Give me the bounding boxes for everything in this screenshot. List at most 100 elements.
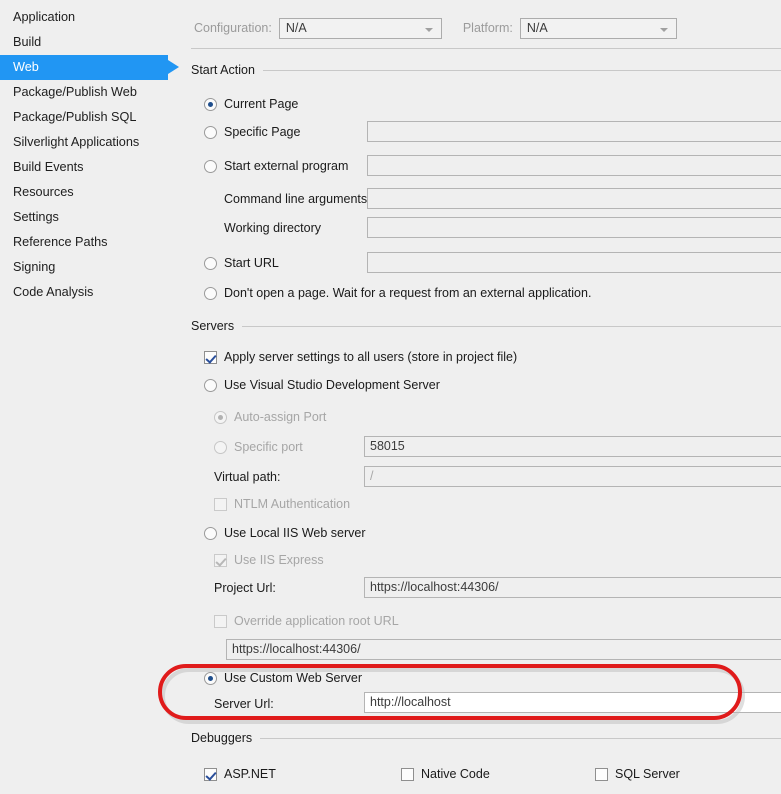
radio-use-vs-development-server[interactable]: Use Visual Studio Development Server <box>204 376 440 394</box>
toolbar-divider <box>191 48 781 49</box>
radio-dont-open-page[interactable]: Don't open a page. Wait for a request fr… <box>204 284 591 302</box>
sidebar-item-package-publish-sql[interactable]: Package/Publish SQL <box>0 105 186 130</box>
virtual-path-field-row: Virtual path: <box>214 468 280 486</box>
sidebar-item-label: Code Analysis <box>13 285 94 299</box>
configuration-dropdown[interactable]: N/A <box>278 17 442 39</box>
group-divider-line <box>242 325 781 327</box>
command-line-arguments-input[interactable] <box>367 188 781 209</box>
checkbox-icon[interactable] <box>204 767 217 781</box>
ntlm-authentication-label: NTLM Authentication <box>234 497 351 511</box>
sidebar-item-label: Web <box>13 60 39 74</box>
checkbox-icon <box>214 614 227 628</box>
sidebar-item-silverlight-applications[interactable]: Silverlight Applications <box>0 130 186 155</box>
radio-specific-page[interactable]: Specific Page <box>204 123 300 141</box>
sidebar-item-build-events[interactable]: Build Events <box>0 155 186 180</box>
sidebar-item-label: Package/Publish SQL <box>13 110 137 124</box>
sidebar-item-code-analysis[interactable]: Code Analysis <box>0 280 186 305</box>
radio-dont-open-page-label: Don't open a page. Wait for a request fr… <box>224 286 592 300</box>
platform-group: Platform: N/A <box>463 17 677 39</box>
radio-auto-assign-port: Auto-assign Port <box>214 408 326 426</box>
sidebar-item-label: Reference Paths <box>13 235 108 249</box>
radio-button-icon[interactable] <box>204 125 217 139</box>
radio-current-page-label: Current Page <box>224 97 299 111</box>
auto-assign-port-label: Auto-assign Port <box>234 410 327 424</box>
radio-button-icon[interactable] <box>204 378 217 392</box>
radio-button-icon <box>214 440 227 454</box>
radio-button-icon[interactable] <box>204 526 217 540</box>
specific-port-label: Specific port <box>234 440 303 454</box>
sidebar-item-resources[interactable]: Resources <box>0 180 186 205</box>
sidebar-item-settings[interactable]: Settings <box>0 205 186 230</box>
sidebar-item-package-publish-web[interactable]: Package/Publish Web <box>0 80 186 105</box>
sidebar-item-label: Build Events <box>13 160 84 174</box>
selection-arrow-icon <box>168 60 179 74</box>
servers-group-header: Servers <box>191 319 781 333</box>
sidebar-item-label: Resources <box>13 185 74 199</box>
sidebar-item-reference-paths[interactable]: Reference Paths <box>0 230 186 255</box>
start-url-input[interactable] <box>367 252 781 273</box>
start-action-header-label: Start Action <box>191 63 255 77</box>
radio-button-icon[interactable] <box>204 256 217 270</box>
checkbox-sql-server-debugger[interactable]: SQL Server <box>595 765 680 783</box>
virtual-path-input[interactable]: / <box>364 466 781 487</box>
radio-button-icon[interactable] <box>204 286 217 300</box>
start-external-program-input[interactable] <box>367 155 781 176</box>
checkbox-icon[interactable] <box>401 767 414 781</box>
radio-specific-port: Specific port <box>214 438 303 456</box>
checkbox-icon <box>214 497 227 511</box>
checkbox-icon[interactable] <box>595 767 608 781</box>
sidebar-item-signing[interactable]: Signing <box>0 255 186 280</box>
working-directory-input[interactable] <box>367 217 781 238</box>
specific-port-input[interactable]: 58015 <box>364 436 781 457</box>
checkbox-override-application-root-url: Override application root URL <box>214 612 399 630</box>
radio-start-external-program-label: Start external program <box>224 159 349 173</box>
command-line-arguments-label: Command line arguments <box>224 192 368 206</box>
radio-current-page[interactable]: Current Page <box>204 95 298 113</box>
specific-page-input[interactable] <box>367 121 781 142</box>
configuration-label: Configuration: <box>194 21 272 35</box>
group-divider-line <box>262 69 781 71</box>
sidebar-item-label: Settings <box>13 210 59 224</box>
radio-button-icon[interactable] <box>204 97 217 111</box>
sql-server-debugger-label: SQL Server <box>615 767 680 781</box>
servers-header-label: Servers <box>191 319 235 333</box>
override-application-root-url-input[interactable]: https://localhost:44306/ <box>226 639 781 660</box>
radio-specific-page-label: Specific Page <box>224 125 301 139</box>
sidebar-item-build[interactable]: Build <box>0 30 186 55</box>
platform-value: N/A <box>526 21 548 35</box>
radio-start-url-label: Start URL <box>224 256 279 270</box>
use-local-iis-label: Use Local IIS Web server <box>224 526 366 540</box>
radio-start-url[interactable]: Start URL <box>204 254 279 272</box>
server-url-input[interactable]: http://localhost <box>364 692 781 713</box>
sidebar-item-application[interactable]: Application <box>0 5 186 30</box>
sidebar-item-web[interactable]: Web <box>0 55 186 80</box>
radio-use-custom-web-server[interactable]: Use Custom Web Server <box>204 669 362 687</box>
virtual-path-label: Virtual path: <box>214 470 281 484</box>
apply-server-settings-label: Apply server settings to all users (stor… <box>224 350 518 364</box>
platform-dropdown[interactable]: N/A <box>519 17 677 39</box>
checkbox-apply-server-settings[interactable]: Apply server settings to all users (stor… <box>204 348 517 366</box>
checkbox-icon[interactable] <box>204 350 217 364</box>
project-url-label: Project Url: <box>214 581 276 595</box>
start-action-group-header: Start Action <box>191 63 781 77</box>
project-url-input[interactable]: https://localhost:44306/ <box>364 577 781 598</box>
sidebar-item-label: Package/Publish Web <box>13 85 137 99</box>
checkbox-use-iis-express: Use IIS Express <box>214 551 324 569</box>
override-application-root-url-label: Override application root URL <box>234 614 399 628</box>
server-url-label: Server Url: <box>214 697 274 711</box>
configuration-toolbar: Configuration: N/A Platform: N/A <box>194 16 677 40</box>
radio-use-local-iis[interactable]: Use Local IIS Web server <box>204 524 366 542</box>
working-directory-field-row: Working directory <box>224 219 321 237</box>
checkbox-icon <box>214 553 227 567</box>
sidebar-item-label: Application <box>13 10 76 24</box>
sidebar-item-label: Signing <box>13 260 56 274</box>
settings-category-sidebar: Application Build Web Package/Publish We… <box>0 0 186 794</box>
web-settings-pane: Configuration: N/A Platform: N/A Start A… <box>186 0 781 794</box>
project-url-field-row: Project Url: <box>214 579 276 597</box>
radio-button-icon[interactable] <box>204 159 217 173</box>
debuggers-header-label: Debuggers <box>191 731 253 745</box>
radio-start-external-program[interactable]: Start external program <box>204 157 348 175</box>
checkbox-native-code-debugger[interactable]: Native Code <box>401 765 490 783</box>
radio-button-icon[interactable] <box>204 671 217 685</box>
checkbox-aspnet-debugger[interactable]: ASP.NET <box>204 765 276 783</box>
